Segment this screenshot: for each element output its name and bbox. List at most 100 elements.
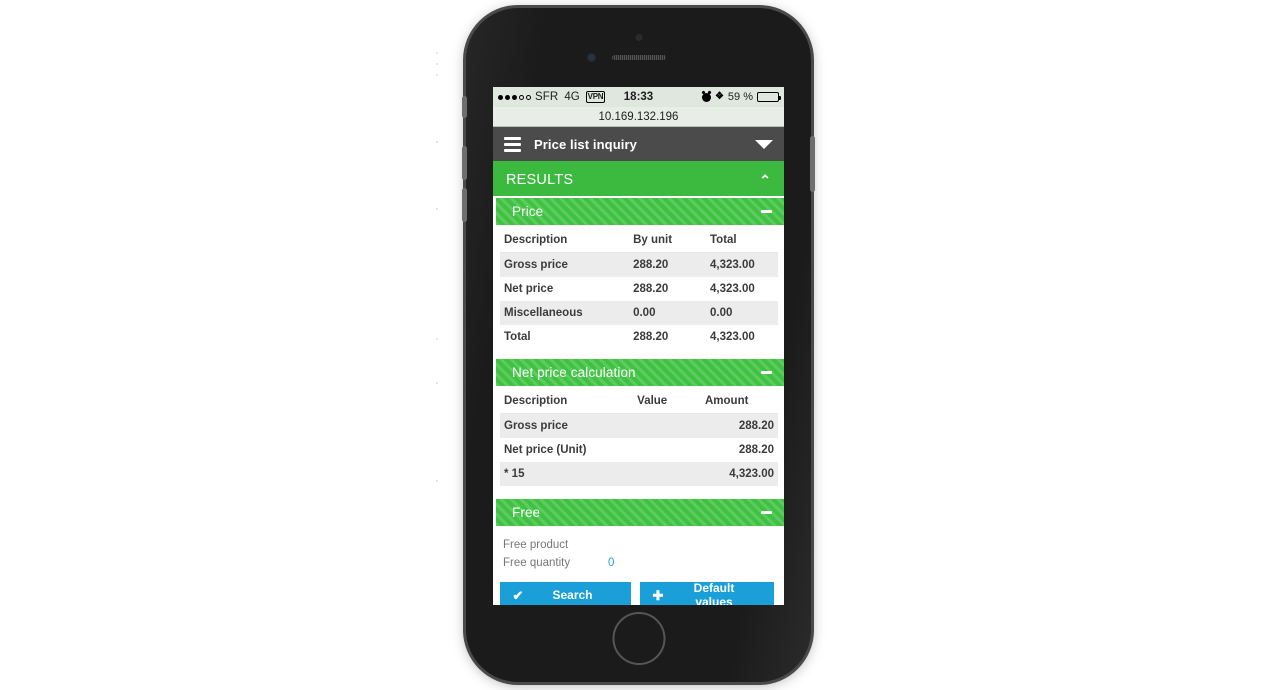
free-product-row: Free product bbox=[496, 536, 784, 554]
status-bar-right-group: ❖ 59 % bbox=[701, 91, 781, 103]
cell-total: 0.00 bbox=[706, 301, 778, 325]
price-panel-header[interactable]: Price bbox=[496, 198, 784, 227]
earpiece-speaker bbox=[611, 55, 666, 60]
chevron-up-icon[interactable]: ⌃ bbox=[759, 173, 771, 187]
power-button[interactable] bbox=[810, 136, 815, 192]
browser-url-bar[interactable]: 10.169.132.196 bbox=[493, 107, 784, 127]
ios-status-bar: SFR 4G VPN 18:33 ❖ 59 % bbox=[493, 87, 784, 107]
front-camera-icon bbox=[587, 53, 596, 62]
app-navbar: Price list inquiry bbox=[493, 127, 784, 164]
free-quantity-value: 0 bbox=[608, 557, 615, 569]
decorative-speck bbox=[436, 63, 438, 65]
column-header-description: Description bbox=[500, 388, 634, 414]
proximity-sensor bbox=[635, 34, 642, 41]
action-button-bar: ✔ Search ✚ Default values bbox=[493, 576, 784, 605]
cell-description: Total bbox=[504, 331, 531, 343]
page-title: Price list inquiry bbox=[534, 136, 637, 152]
decorative-speck bbox=[436, 74, 438, 76]
carrier-name: SFR bbox=[535, 91, 559, 103]
url-text: 10.169.132.196 bbox=[598, 110, 679, 123]
decorative-speck bbox=[436, 208, 438, 210]
chevron-down-icon[interactable] bbox=[755, 139, 773, 149]
free-product-label: Free product bbox=[503, 539, 569, 551]
battery-icon bbox=[757, 92, 781, 102]
cell-description: Gross price bbox=[500, 413, 634, 438]
cell-amount: 288.20 bbox=[700, 413, 778, 438]
minus-icon[interactable] bbox=[761, 210, 772, 213]
net-price-calculation-panel-body: Description Value Amount Gross price 288… bbox=[496, 388, 784, 486]
price-panel-title: Price bbox=[512, 204, 544, 219]
decorative-speck bbox=[436, 141, 438, 143]
free-quantity-label: Free quantity bbox=[503, 557, 571, 569]
cell-description: Miscellaneous bbox=[500, 301, 630, 325]
net-price-calculation-panel: Net price calculation Description Value … bbox=[496, 359, 784, 486]
home-button[interactable] bbox=[612, 612, 665, 665]
minus-icon[interactable] bbox=[761, 511, 772, 514]
search-button-label: Search bbox=[552, 588, 593, 602]
cell-description: Net price (Unit) bbox=[504, 444, 587, 456]
cell-amount: 288.20 bbox=[738, 444, 774, 456]
price-panel-body: Description By unit Total Gross price 28… bbox=[496, 227, 784, 349]
cell-by-unit: 288.20 bbox=[633, 331, 669, 343]
free-panel-body: Free product Free quantity 0 bbox=[496, 528, 784, 576]
cell-description: Gross price bbox=[500, 252, 630, 277]
battery-percent-label: 59 % bbox=[727, 91, 753, 103]
cell-total: 4,323.00 bbox=[710, 331, 755, 343]
decorative-speck bbox=[436, 52, 438, 54]
cell-value bbox=[633, 413, 701, 438]
results-label: RESULTS bbox=[506, 172, 574, 188]
silent-switch-button[interactable] bbox=[462, 96, 467, 118]
free-panel: Free Free product Free quantity 0 bbox=[496, 499, 784, 576]
results-section-header[interactable]: RESULTS ⌃ bbox=[493, 164, 784, 198]
column-header-amount: Amount bbox=[700, 388, 778, 414]
price-table: Description By unit Total Gross price 28… bbox=[500, 227, 778, 349]
volume-down-button[interactable] bbox=[462, 188, 467, 222]
column-header-total: Total bbox=[706, 227, 778, 253]
table-header-row: Description Value Amount bbox=[500, 388, 778, 414]
volume-up-button[interactable] bbox=[462, 146, 467, 180]
column-header-by-unit: By unit bbox=[629, 227, 707, 253]
column-header-description: Description bbox=[500, 227, 630, 253]
cell-by-unit: 0.00 bbox=[629, 301, 707, 325]
network-type-label: 4G bbox=[564, 91, 580, 103]
default-values-button-label: Default values bbox=[693, 581, 735, 605]
plus-icon: ✚ bbox=[652, 587, 664, 603]
cell-value bbox=[633, 462, 701, 486]
cell-amount: 4,323.00 bbox=[700, 462, 778, 486]
bluetooth-icon: ❖ bbox=[714, 91, 724, 102]
cell-total: 4,323.00 bbox=[710, 283, 755, 295]
default-values-button[interactable]: ✚ Default values bbox=[640, 581, 774, 605]
checkmark-icon: ✔ bbox=[512, 587, 524, 603]
table-row: Net price (Unit) 288.20 bbox=[500, 438, 778, 462]
free-quantity-row: Free quantity 0 bbox=[496, 554, 784, 572]
phone-screen: SFR 4G VPN 18:33 ❖ 59 % 10.169.132.196 P… bbox=[493, 87, 784, 605]
table-row: Gross price 288.20 4,323.00 bbox=[500, 252, 778, 277]
column-header-value: Value bbox=[633, 388, 701, 414]
table-header-row: Description By unit Total bbox=[500, 227, 778, 253]
free-panel-header[interactable]: Free bbox=[496, 499, 784, 528]
alarm-clock-icon bbox=[701, 92, 711, 102]
signal-strength-icon bbox=[498, 94, 531, 100]
minus-icon[interactable] bbox=[761, 371, 772, 374]
cell-total: 4,323.00 bbox=[706, 252, 778, 277]
net-price-calculation-table: Description Value Amount Gross price 288… bbox=[500, 388, 778, 486]
cell-description: * 15 bbox=[500, 462, 634, 486]
net-price-calculation-panel-header[interactable]: Net price calculation bbox=[496, 359, 784, 388]
decorative-speck bbox=[436, 382, 438, 384]
table-row: Gross price 288.20 bbox=[500, 413, 778, 438]
cell-by-unit: 288.20 bbox=[629, 252, 707, 277]
table-row: Net price 288.20 4,323.00 bbox=[500, 277, 778, 301]
hamburger-menu-icon[interactable] bbox=[504, 136, 521, 152]
table-row: Total 288.20 4,323.00 bbox=[500, 325, 778, 349]
free-panel-title: Free bbox=[512, 505, 541, 520]
cell-by-unit: 288.20 bbox=[633, 283, 669, 295]
table-row: * 15 4,323.00 bbox=[500, 462, 778, 486]
decorative-speck bbox=[436, 338, 438, 340]
search-button[interactable]: ✔ Search bbox=[500, 582, 631, 605]
cell-value bbox=[633, 438, 701, 462]
price-panel: Price Description By unit Total Gross pr bbox=[496, 198, 784, 349]
net-price-calculation-panel-title: Net price calculation bbox=[512, 365, 636, 380]
vpn-badge: VPN bbox=[585, 91, 606, 103]
cell-description: Net price bbox=[504, 283, 554, 295]
phone-device-frame: SFR 4G VPN 18:33 ❖ 59 % 10.169.132.196 P… bbox=[462, 8, 815, 682]
